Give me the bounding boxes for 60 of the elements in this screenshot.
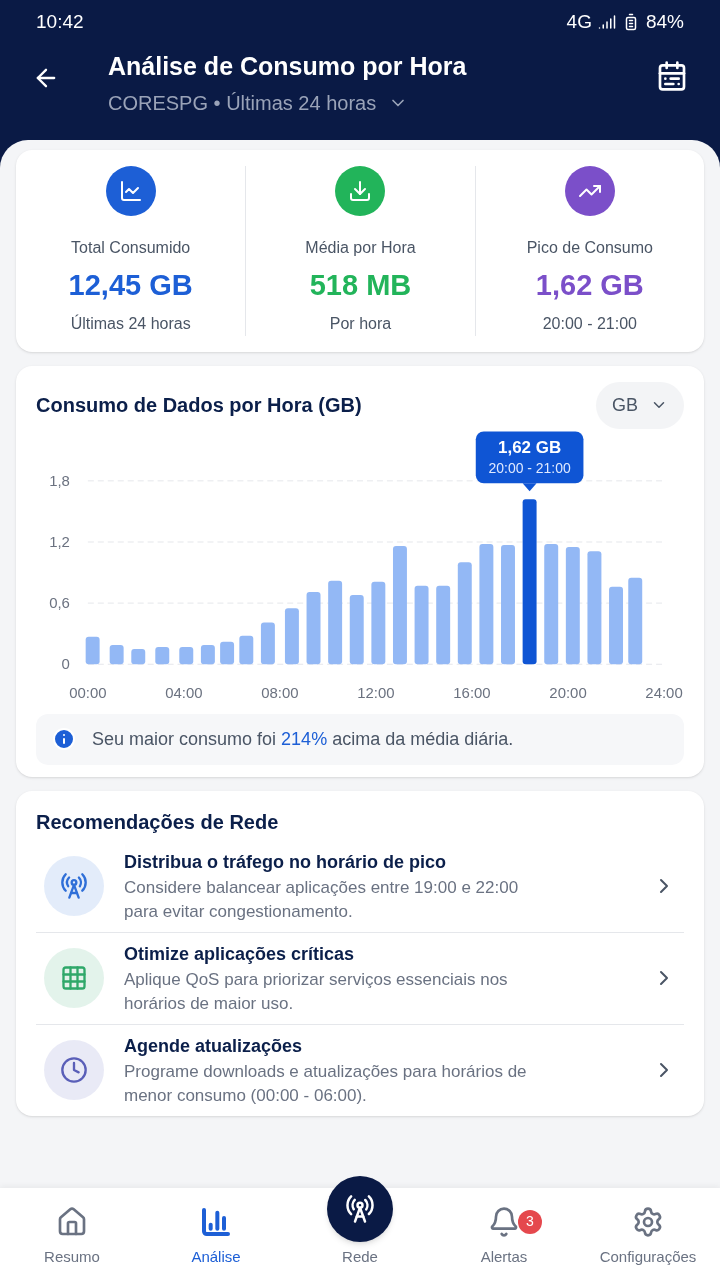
- bar: [220, 641, 235, 664]
- stat-note: Por hora: [329, 313, 392, 334]
- unit-select[interactable]: GB: [596, 381, 684, 429]
- chart-icon: [200, 1205, 232, 1238]
- period-selector[interactable]: CORESPG • Últimas 24 horas: [108, 87, 409, 118]
- stat-label: Total Consumido: [71, 238, 191, 258]
- page-title: Análise de Consumo por Hora: [108, 51, 468, 82]
- bar: [349, 594, 364, 664]
- axis-label: 16:00: [453, 683, 491, 701]
- stat-note: Últimas 24 horas: [70, 313, 191, 334]
- axis-label: 12:00: [357, 683, 395, 701]
- bar: [85, 636, 100, 664]
- nav-tab[interactable]: Análise: [144, 1205, 288, 1280]
- bar: [260, 622, 275, 664]
- battery-level: 84%: [645, 9, 684, 34]
- value-tooltip: 1,62 GB 20:00 - 21:00: [475, 430, 584, 491]
- bar: [155, 646, 170, 664]
- recommendation-title: Otimize aplicações críticas: [124, 942, 356, 966]
- info-icon: [52, 727, 76, 752]
- recommendation-item[interactable]: Otimize aplicações críticas Aplique QoS para priorizar serviços essenciais nos horários de maior uso.: [36, 931, 684, 1024]
- bar: [239, 635, 254, 664]
- axis-label: 04:00: [165, 683, 203, 701]
- home-icon: [56, 1205, 88, 1238]
- recommendation-title: Distribua o tráfego no horário de pico: [124, 850, 448, 874]
- bar: [131, 648, 146, 664]
- stat-value: 12,45 GB: [68, 268, 193, 303]
- signal-icon: [597, 13, 616, 31]
- axis-label: 0,6: [49, 593, 70, 611]
- bar: [109, 644, 124, 664]
- recommendation-description: Considere balancear aplicações entre 19:00 e 22:00 para evitar congestionamento.: [124, 876, 520, 923]
- section-title: Recomendações de Rede: [36, 809, 280, 835]
- network-type: 4G: [566, 9, 592, 34]
- axis-label: 20:00: [549, 683, 587, 701]
- nav-tab[interactable]: Configurações: [576, 1205, 720, 1280]
- calendar-button[interactable]: [656, 60, 688, 92]
- bar: [179, 646, 194, 664]
- axis-label: 1,8: [49, 471, 70, 489]
- stat-value: 1,62 GB: [535, 268, 644, 303]
- recommendation-description: Aplique QoS para priorizar serviços essenciais nos horários de maior uso.: [124, 968, 509, 1015]
- stat-note: 20:00 - 21:00: [542, 313, 637, 334]
- axis-label: 1,2: [49, 532, 70, 550]
- insight-text: Seu maior consumo foi 214% acima da média diária.: [92, 727, 514, 751]
- axis-label: 00:00: [69, 683, 107, 701]
- axis-label: 08:00: [261, 683, 299, 701]
- axis-label: 24:00: [645, 683, 683, 701]
- stat-value: 518 MB: [309, 268, 412, 303]
- recommendation-item[interactable]: Distribua o tráfego no horário de pico Considere balancear aplicações entre 19:00 e 22:00 para evitar congestionamento.: [36, 840, 684, 932]
- stat-label: Média por Hora: [305, 238, 416, 258]
- bell-icon: [488, 1205, 520, 1238]
- recommendation-description: Programe downloads e atualizações para horários de menor consumo (00:00 - 06:00).: [124, 1060, 528, 1107]
- recommendation-title: Agende atualizações: [124, 1034, 304, 1058]
- bar: [284, 607, 299, 664]
- recommendation-item[interactable]: Agende atualizações Programe downloads e atualizações para horários de menor consumo (00:00 - 06:00).: [36, 1023, 684, 1116]
- nav-tab[interactable]: Resumo: [0, 1205, 144, 1280]
- gear-icon: [632, 1205, 664, 1238]
- chart-title: Consumo de Dados por Hora (GB): [36, 393, 362, 418]
- bar: [200, 644, 215, 664]
- axis-label: 0: [61, 654, 70, 672]
- status-time: 10:42: [36, 9, 84, 34]
- stat-label: Pico de Consumo: [526, 238, 653, 258]
